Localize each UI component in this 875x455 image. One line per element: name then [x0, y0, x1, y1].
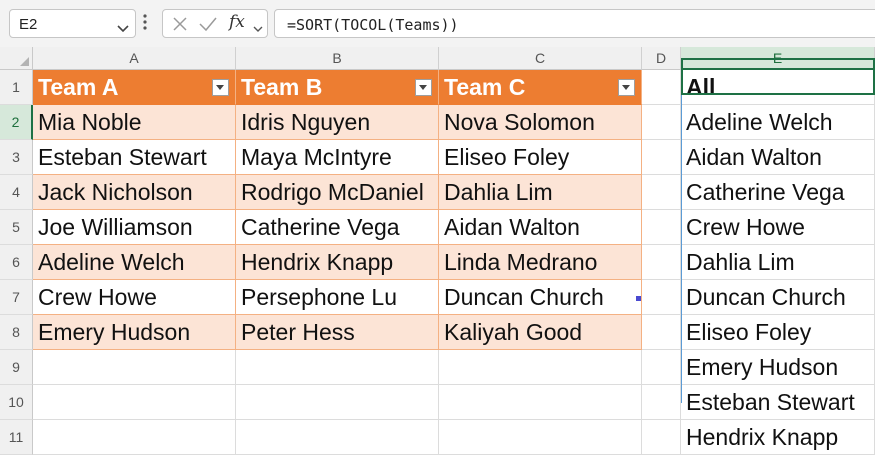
column-header-e[interactable]: E — [681, 47, 875, 70]
cancel-x-icon[interactable] — [171, 15, 189, 38]
cell-c10[interactable] — [439, 385, 642, 420]
row-header-9[interactable]: 9 — [0, 350, 33, 385]
table-cell[interactable]: Persephone Lu — [236, 280, 439, 315]
filter-dropdown-icon[interactable] — [618, 79, 635, 96]
cell-d9[interactable] — [642, 350, 681, 385]
table-cell[interactable]: Emery Hudson — [33, 315, 236, 350]
filter-dropdown-icon[interactable] — [212, 79, 229, 96]
cell-c9[interactable] — [439, 350, 642, 385]
column-header-c[interactable]: C — [439, 47, 642, 70]
column-header-d[interactable]: D — [642, 47, 681, 70]
sorted-list-cell[interactable]: Catherine Vega — [681, 175, 875, 210]
table-cell[interactable]: Maya McIntyre — [236, 140, 439, 175]
table-resize-handle[interactable] — [636, 296, 641, 301]
cell-d3[interactable] — [642, 140, 681, 175]
name-box-value: E2 — [19, 16, 38, 33]
function-icon[interactable]: fx — [229, 12, 245, 32]
cell-d8[interactable] — [642, 315, 681, 350]
sorted-list-cell[interactable]: Eliseo Foley — [681, 315, 875, 350]
table-cell[interactable]: Aidan Walton — [439, 210, 642, 245]
table-header-1[interactable]: Team A — [33, 70, 236, 105]
cell-d10[interactable] — [642, 385, 681, 420]
row-header-8[interactable]: 8 — [0, 315, 33, 350]
table-cell[interactable]: Joe Williamson — [33, 210, 236, 245]
select-all-corner[interactable] — [0, 47, 33, 70]
table-cell[interactable]: Kaliyah Good — [439, 315, 642, 350]
table-cell[interactable]: Mia Noble — [33, 105, 236, 140]
sorted-list-cell[interactable]: Aidan Walton — [681, 140, 875, 175]
table-header-label: Team B — [241, 74, 323, 100]
sorted-list-cell[interactable]: Duncan Church — [681, 280, 875, 315]
check-icon[interactable] — [198, 15, 218, 38]
sorted-list-cell[interactable]: Dahlia Lim — [681, 245, 875, 280]
table-cell[interactable]: Dahlia Lim — [439, 175, 642, 210]
cell-d1[interactable] — [642, 70, 681, 105]
table-cell[interactable]: Esteban Stewart — [33, 140, 236, 175]
more-vertical-icon[interactable] — [143, 12, 147, 37]
table-cell[interactable]: Eliseo Foley — [439, 140, 642, 175]
row-header-10[interactable]: 10 — [0, 385, 33, 420]
cell-d6[interactable] — [642, 245, 681, 280]
row-header-3[interactable]: 3 — [0, 140, 33, 175]
row-header-2[interactable]: 2 — [0, 105, 33, 140]
row-header-5[interactable]: 5 — [0, 210, 33, 245]
sorted-list-cell[interactable]: Adeline Welch — [681, 105, 875, 140]
formula-text: =SORT(TOCOL(Teams)) — [287, 16, 459, 34]
formula-input[interactable]: =SORT(TOCOL(Teams)) — [274, 9, 875, 38]
row-header-4[interactable]: 4 — [0, 175, 33, 210]
column-e-header[interactable]: All — [681, 70, 875, 105]
table-cell[interactable]: Idris Nguyen — [236, 105, 439, 140]
table-header-3[interactable]: Team C — [439, 70, 642, 105]
table-cell[interactable]: Nova Solomon — [439, 105, 642, 140]
formula-bar: E2 fx =SORT(TOCOL(Teams)) — [0, 0, 875, 47]
table-header-label: Team A — [38, 74, 119, 100]
table-header-2[interactable]: Team B — [236, 70, 439, 105]
table-cell[interactable]: Jack Nicholson — [33, 175, 236, 210]
row-header-1[interactable]: 1 — [0, 70, 33, 105]
cell-d4[interactable] — [642, 175, 681, 210]
sorted-list-cell[interactable]: Crew Howe — [681, 210, 875, 245]
name-box[interactable]: E2 — [9, 9, 136, 38]
cell-d2[interactable] — [642, 105, 681, 140]
table-cell[interactable]: Adeline Welch — [33, 245, 236, 280]
table-cell[interactable]: Catherine Vega — [236, 210, 439, 245]
chevron-down-icon[interactable] — [117, 20, 129, 38]
table-cell[interactable]: Duncan Church — [439, 280, 642, 315]
spreadsheet-grid: A B C D E 1 2 3 4 5 6 7 8 9 10 11 Team A Team B Team C All M… — [0, 47, 875, 455]
filter-dropdown-icon[interactable] — [415, 79, 432, 96]
row-header-7[interactable]: 7 — [0, 280, 33, 315]
table-header-label: Team C — [444, 74, 526, 100]
row-header-6[interactable]: 6 — [0, 245, 33, 280]
cell-b9[interactable] — [236, 350, 439, 385]
table-cell[interactable]: Crew Howe — [33, 280, 236, 315]
cell-d7[interactable] — [642, 280, 681, 315]
table-cell[interactable]: Peter Hess — [236, 315, 439, 350]
table-cell[interactable]: Rodrigo McDaniel — [236, 175, 439, 210]
table-cell[interactable]: Linda Medrano — [439, 245, 642, 280]
column-header-b[interactable]: B — [236, 47, 439, 70]
cell-d5[interactable] — [642, 210, 681, 245]
table-cell[interactable]: Hendrix Knapp — [236, 245, 439, 280]
column-header-a[interactable]: A — [33, 47, 236, 70]
cell-b10[interactable] — [236, 385, 439, 420]
cell-a10[interactable] — [33, 385, 236, 420]
sorted-list-cell[interactable]: Emery Hudson — [681, 350, 875, 385]
cell-a9[interactable] — [33, 350, 236, 385]
sorted-list-cell[interactable]: Esteban Stewart — [681, 385, 875, 420]
chevron-down-icon[interactable] — [253, 20, 263, 38]
formula-actions: fx — [162, 9, 268, 38]
